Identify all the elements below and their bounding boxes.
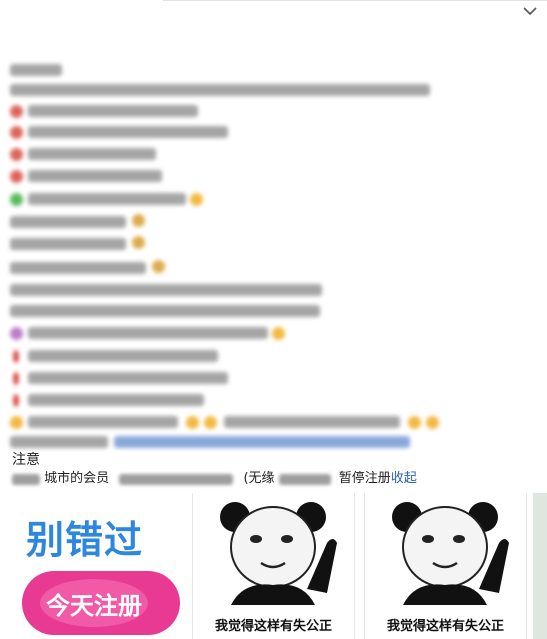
blurred-emoji — [13, 394, 19, 407]
blurred-emoji — [10, 416, 23, 429]
blurred-emoji — [10, 126, 23, 139]
blurred-text — [119, 473, 234, 485]
ad-tile[interactable]: 别错过 今天注册 — [8, 493, 189, 639]
blurred-line — [224, 416, 400, 428]
blurred-emoji — [10, 105, 23, 118]
blurred-line — [10, 436, 108, 448]
blurred-emoji — [272, 327, 285, 340]
meme-tile[interactable]: 我觉得这样有失公正 — [364, 493, 527, 639]
blurred-line — [10, 262, 146, 274]
blurred-line — [10, 84, 430, 96]
blurred-emoji — [190, 193, 203, 206]
panda-meme-image — [392, 502, 509, 605]
notice-label: 注意 — [12, 452, 40, 468]
blurred-emoji — [186, 416, 199, 429]
meme-tile[interactable]: 我觉得这样有失公正 — [192, 493, 355, 639]
panda-meme-image — [220, 502, 337, 605]
blurred-link — [114, 436, 410, 448]
blurred-emoji — [408, 416, 421, 429]
blurred-line — [28, 327, 268, 339]
collapse-link[interactable]: 收起 — [391, 471, 417, 486]
blurred-line — [28, 193, 186, 205]
blurred-line — [10, 64, 62, 76]
meme-caption: 我觉得这样有失公正 — [386, 619, 504, 634]
members-segment-2: (无缘 — [243, 471, 275, 486]
blurred-text — [12, 473, 40, 485]
blurred-line — [28, 350, 218, 362]
blurred-emoji — [10, 170, 23, 183]
blurred-emoji — [10, 193, 23, 206]
blurred-emoji — [132, 236, 145, 249]
top-divider — [163, 0, 547, 1]
blurred-emoji — [204, 416, 217, 429]
blurred-emoji — [13, 350, 19, 363]
image-tiles: 别错过 今天注册 我觉得这样有失公正 我觉得这样有失公正 — [0, 493, 547, 639]
blurred-line — [10, 238, 126, 250]
next-tile-edge — [533, 493, 547, 639]
blurred-line — [28, 416, 178, 428]
blurred-emoji — [10, 148, 23, 161]
members-segment-1: 城市的会员 — [44, 471, 110, 486]
members-segment-3: 暂停注册 — [338, 471, 391, 486]
member-cities-line: 城市的会员 (无缘 暂停注册收起 — [12, 469, 547, 489]
blurred-line — [10, 305, 320, 317]
chevron-down-icon[interactable] — [521, 4, 539, 18]
blurred-line — [28, 170, 162, 182]
blurred-line — [28, 372, 228, 384]
blurred-line — [28, 126, 228, 138]
blurred-post-content — [10, 62, 440, 452]
blurred-text — [278, 473, 331, 485]
blurred-line — [10, 216, 126, 228]
blurred-line — [28, 394, 204, 406]
ad-headline: 别错过 — [26, 518, 144, 562]
blurred-line — [28, 105, 198, 117]
blurred-emoji — [13, 372, 19, 385]
top-bar — [0, 0, 547, 26]
blurred-emoji — [132, 214, 145, 227]
blurred-emoji — [152, 260, 165, 273]
blurred-emoji — [10, 327, 23, 340]
meme-caption: 我觉得这样有失公正 — [214, 619, 332, 634]
blurred-line — [10, 284, 322, 296]
blurred-line — [28, 148, 156, 160]
blurred-emoji — [426, 416, 439, 429]
ad-cta: 今天注册 — [46, 592, 142, 620]
